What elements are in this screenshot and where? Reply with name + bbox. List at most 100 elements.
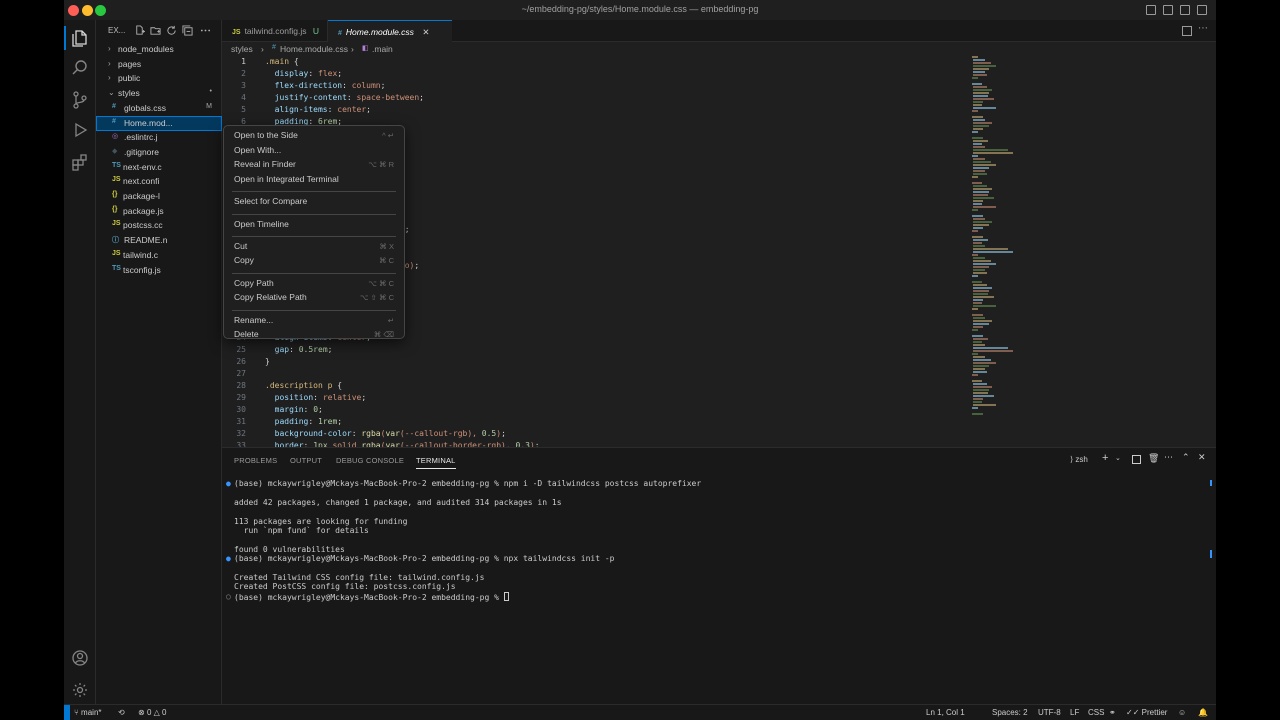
file-item[interactable]: # globals.css M [96, 101, 222, 116]
terminal-dropdown-icon[interactable]: ⌄ [1115, 454, 1121, 462]
notifications-bell-icon[interactable]: 🔔 [1198, 708, 1208, 717]
customize-layout-icon[interactable] [1197, 5, 1207, 15]
folder-item[interactable]: › public [96, 71, 222, 86]
file-item[interactable]: ◆ .gitignore [96, 145, 222, 160]
line-text: background-color: rgba(var(--callout-rgb… [274, 429, 506, 438]
kill-terminal-icon[interactable]: 🗑 [1148, 453, 1159, 464]
file-item[interactable]: ◎ .eslintrc.j [96, 130, 222, 145]
manage-gear-icon[interactable] [70, 680, 90, 700]
menu-item-reveal-in-finder[interactable]: Reveal in Finder ⌥ ⌘ R [228, 158, 400, 172]
maximize-panel-icon[interactable]: ⌃ [1182, 452, 1190, 463]
menu-item-open-timeline[interactable]: Open Timeline [228, 218, 400, 232]
menu-item-cut[interactable]: Cut ⌘ X [228, 240, 400, 254]
file-item[interactable]: JS postcss.cc [96, 218, 222, 233]
minimap-line [972, 308, 978, 310]
explorer-header: EX... [96, 20, 222, 42]
minimap[interactable] [970, 56, 1040, 436]
tab-home-module-css[interactable]: # Home.module.css ✕ [328, 20, 452, 42]
prettier-status[interactable]: ✓✓ Prettier [1126, 708, 1167, 717]
cursor-position[interactable]: Ln 1, Col 1 [926, 708, 965, 717]
new-folder-icon[interactable] [150, 25, 161, 36]
file-item[interactable]: JS tailwind.c [96, 248, 222, 263]
tab-output[interactable]: OUTPUT [290, 456, 322, 465]
new-file-icon[interactable] [134, 25, 145, 36]
run-debug-icon[interactable] [70, 120, 90, 140]
toggle-sidebar-icon[interactable] [1146, 5, 1156, 15]
sync-icon[interactable]: ⟲ [118, 708, 125, 717]
menu-item-label: Open to the Side [234, 130, 298, 140]
minimap-line [973, 218, 985, 220]
minimap-line [973, 167, 989, 169]
minimap-line [973, 185, 987, 187]
menu-item-open-in-integrated-terminal[interactable]: Open in Integrated Terminal [228, 173, 400, 187]
problems-indicator[interactable]: ⊗ 0 △ 0 [138, 708, 166, 717]
tab-debug-console[interactable]: DEBUG CONSOLE [336, 456, 404, 465]
breadcrumb-folder[interactable]: styles [231, 44, 253, 54]
minimap-line [973, 290, 990, 292]
terminal-shell-label[interactable]: ⟩ zsh [1070, 455, 1088, 464]
refresh-icon[interactable] [166, 25, 177, 36]
line-number: 1 [241, 57, 246, 66]
explorer-icon[interactable] [70, 28, 90, 48]
minimap-line [972, 182, 982, 184]
tab-problems[interactable]: PROBLEMS [234, 456, 277, 465]
file-type-icon: ⓘ [112, 237, 119, 245]
folder-item[interactable]: ⌄ styles • [96, 86, 222, 101]
search-icon[interactable] [70, 58, 90, 78]
extensions-icon[interactable] [70, 152, 90, 172]
panel-more-icon[interactable]: ⋯ [1164, 452, 1173, 463]
menu-item-open-to-the-side[interactable]: Open to the Side ^ ↵ [228, 129, 400, 143]
menu-item-select-for-compare[interactable]: Select for Compare [228, 195, 400, 209]
split-terminal-icon[interactable] [1132, 455, 1141, 464]
copilot-icon[interactable]: ⚭ [1109, 708, 1116, 717]
language-mode[interactable]: CSS [1088, 708, 1104, 717]
indentation[interactable]: Spaces: 2 [992, 708, 1028, 717]
minimap-line [973, 266, 989, 268]
feedback-icon[interactable]: ☺ [1178, 708, 1186, 717]
file-item[interactable]: {} package-l [96, 189, 222, 204]
terminal-text: run `npm fund` for details [234, 526, 369, 535]
minimap-line [973, 62, 991, 64]
minimap-line [973, 98, 995, 100]
menu-item-copy[interactable]: Copy ⌘ C [228, 254, 400, 268]
breadcrumb-symbol[interactable]: .main [372, 44, 393, 54]
menu-item-shortcut: ⌥ ⌘ C [368, 278, 394, 288]
line-text: margin: 0; [274, 405, 323, 414]
branch-indicator[interactable]: ⑂ main* [74, 708, 102, 717]
toggle-panel-icon[interactable] [1163, 5, 1173, 15]
file-item[interactable]: {} package.js [96, 204, 222, 219]
folder-item[interactable]: › node_modules [96, 42, 222, 57]
accounts-icon[interactable] [70, 648, 90, 668]
more-actions-icon[interactable] [200, 25, 211, 36]
source-control-icon[interactable] [70, 90, 90, 110]
terminal-cursor[interactable] [503, 591, 509, 601]
toggle-secondary-sidebar-icon[interactable] [1180, 5, 1190, 15]
encoding[interactable]: UTF-8 [1038, 708, 1061, 717]
file-item[interactable]: TS tsconfig.js [96, 263, 222, 278]
menu-item-copy-path[interactable]: Copy Path ⌥ ⌘ C [228, 277, 400, 291]
file-item[interactable]: TS next-env.c [96, 160, 222, 175]
tab-tailwind-config[interactable]: JS tailwind.config.js U [222, 20, 328, 42]
split-editor-icon[interactable] [1182, 26, 1192, 36]
minimap-line [973, 404, 996, 406]
terminal-scroll-marker [1210, 550, 1212, 558]
tab-terminal[interactable]: TERMINAL [416, 456, 456, 469]
file-item[interactable]: # Home.mod... [96, 115, 222, 131]
file-item[interactable]: ⓘ README.n [96, 233, 222, 248]
new-terminal-icon[interactable]: + [1102, 452, 1108, 464]
file-item[interactable]: JS next.confi [96, 174, 222, 189]
collapse-all-icon[interactable] [182, 25, 193, 36]
menu-item-copy-relative-path[interactable]: Copy Relative Path ⌥ ⇧ ⌘ C [228, 291, 400, 305]
menu-item-open-with[interactable]: Open With... [228, 144, 400, 158]
menu-item-delete[interactable]: Delete ⌘ ⌫ [228, 328, 400, 342]
close-tab-icon[interactable]: ✕ [422, 27, 429, 37]
line-ending[interactable]: LF [1070, 708, 1079, 717]
breadcrumb-file[interactable]: Home.module.css [280, 44, 348, 54]
line-text: .main { [265, 57, 299, 66]
remote-indicator[interactable] [64, 705, 70, 720]
minimap-line [973, 101, 984, 103]
editor-more-icon[interactable]: ⋯ [1198, 23, 1208, 34]
folder-item[interactable]: › pages [96, 57, 222, 72]
menu-item-rename[interactable]: Rename... ↵ [228, 314, 400, 328]
close-panel-icon[interactable]: ✕ [1198, 452, 1206, 463]
